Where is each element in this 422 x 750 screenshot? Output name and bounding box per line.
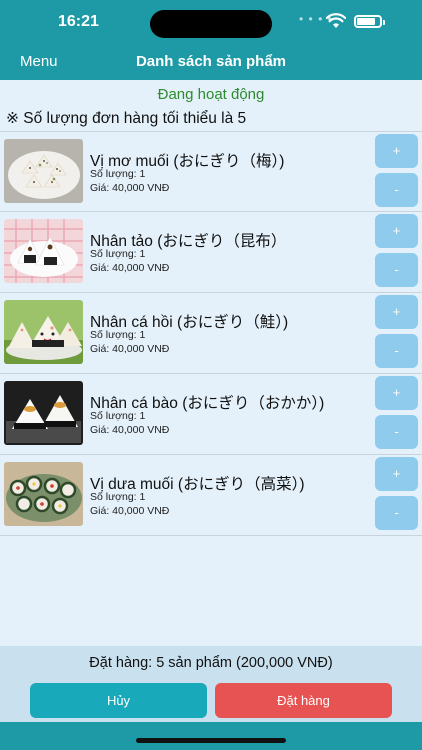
product-price: Giá: 40,000 VNĐ: [90, 182, 170, 194]
product-price: Giá: 40,000 VNĐ: [90, 262, 170, 274]
clock: 16:21: [58, 13, 99, 30]
status-bar: 16:21 • • • •: [0, 0, 422, 44]
product-image: [4, 300, 83, 364]
decrease-button[interactable]: -: [375, 334, 418, 368]
decrease-button[interactable]: -: [375, 173, 418, 207]
product-quantity: Số lượng: 1: [90, 248, 146, 260]
increase-button[interactable]: +: [375, 295, 418, 329]
product-quantity: Số lượng: 1: [90, 410, 146, 422]
product-row: Vị mơ muối (おにぎり（梅）) Số lượng: 1 Giá: 40…: [0, 131, 422, 212]
product-price: Giá: 40,000 VNĐ: [90, 505, 170, 517]
product-row: Vị dưa muối (おにぎり（高菜）) Số lượng: 1 Giá: …: [0, 455, 422, 536]
page-title: Danh sách sản phẩm: [135, 53, 287, 70]
product-row: Nhân cá bào (おにぎり（おかか）) Số lượng: 1 Giá:…: [0, 374, 422, 455]
product-price: Giá: 40,000 VNĐ: [90, 424, 170, 436]
product-quantity: Số lượng: 1: [90, 168, 146, 180]
order-footer: Đặt hàng: 5 sản phẩm (200,000 VNĐ) Hủy Đ…: [0, 646, 422, 722]
minimum-order-note: ※ Số lượng đơn hàng tối thiểu là 5: [6, 110, 247, 127]
cancel-button[interactable]: Hủy: [30, 683, 207, 718]
dynamic-island: [150, 10, 272, 38]
increase-button[interactable]: +: [375, 214, 418, 248]
increase-button[interactable]: +: [375, 134, 418, 168]
product-row: Nhân tảo (おにぎり（昆布） Số lượng: 1 Giá: 40,0…: [0, 212, 422, 293]
decrease-button[interactable]: -: [375, 496, 418, 530]
product-image: [4, 462, 83, 526]
order-summary: Đặt hàng: 5 sản phẩm (200,000 VNĐ): [89, 655, 333, 671]
battery-icon: [354, 15, 385, 28]
wifi-icon: [326, 13, 346, 28]
product-row: Nhân cá hồi (おにぎり（鮭）) Số lượng: 1 Giá: 4…: [0, 293, 422, 374]
product-image: [4, 381, 83, 445]
decrease-button[interactable]: -: [375, 253, 418, 287]
status-label: Đang hoạt động: [157, 86, 265, 103]
product-price: Giá: 40,000 VNĐ: [90, 343, 170, 355]
decrease-button[interactable]: -: [375, 415, 418, 449]
product-quantity: Số lượng: 1: [90, 329, 146, 341]
nav-bar: Menu Danh sách sản phẩm: [0, 44, 422, 80]
home-indicator: [136, 738, 286, 743]
increase-button[interactable]: +: [375, 457, 418, 491]
product-image: [4, 219, 83, 283]
product-list: Vị mơ muối (おにぎり（梅）) Số lượng: 1 Giá: 40…: [0, 131, 422, 536]
main-content: Đang hoạt động ※ Số lượng đơn hàng tối t…: [0, 80, 422, 646]
product-quantity: Số lượng: 1: [90, 491, 146, 503]
product-image: [4, 139, 83, 203]
place-order-button[interactable]: Đặt hàng: [215, 683, 392, 718]
increase-button[interactable]: +: [375, 376, 418, 410]
